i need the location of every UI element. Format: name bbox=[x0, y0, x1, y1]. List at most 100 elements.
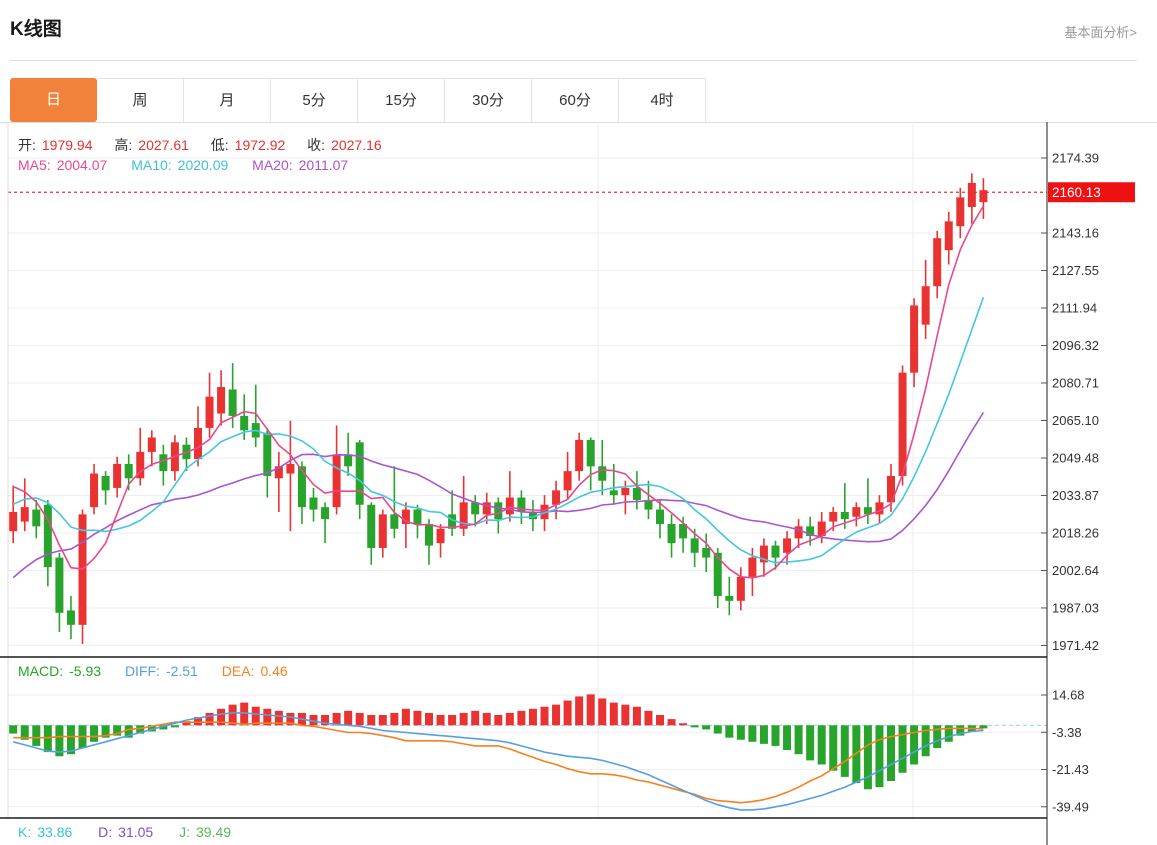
candle bbox=[667, 523, 676, 544]
candle bbox=[725, 596, 734, 601]
macd-bar bbox=[979, 725, 988, 729]
candle bbox=[829, 511, 838, 522]
candle bbox=[771, 545, 780, 558]
candle bbox=[332, 454, 341, 508]
candle bbox=[20, 507, 29, 522]
candle bbox=[286, 463, 295, 474]
candle bbox=[344, 454, 353, 467]
candle bbox=[967, 182, 976, 207]
candle bbox=[494, 502, 503, 520]
candle bbox=[194, 427, 202, 460]
chart-canvas[interactable]: 2160.13 2174.39 2143.16 2127.55 2111.94 2096.… bbox=[0, 0, 1157, 845]
ohlc-readout: 开: 1979.94 高: 2027.61 低: 1972.92 收: 2027.16 bbox=[18, 135, 388, 155]
candle bbox=[794, 526, 803, 539]
candle bbox=[367, 504, 376, 548]
candle bbox=[101, 475, 110, 491]
candle bbox=[217, 387, 226, 414]
macd-bar bbox=[783, 725, 792, 751]
diff-line bbox=[12, 712, 984, 811]
macd-bar bbox=[736, 725, 745, 740]
macd-axis-label: -3.38 bbox=[1052, 725, 1082, 740]
price-axis-label: 2127.55 bbox=[1052, 263, 1099, 278]
ma-readout: MA5: 2004.07 MA10: 2020.09 MA20: 2011.07 bbox=[18, 157, 354, 173]
price-axis-label: 2080.71 bbox=[1052, 375, 1099, 390]
kdj-d-value: 31.05 bbox=[118, 824, 154, 840]
macd-bar bbox=[344, 710, 353, 726]
macd-bar bbox=[840, 725, 849, 777]
close-label: 收: bbox=[307, 137, 326, 153]
macd-bar bbox=[390, 712, 399, 726]
ma10-value: 2020.09 bbox=[177, 157, 229, 173]
candle bbox=[586, 439, 595, 467]
macd-bar bbox=[609, 702, 618, 726]
candle bbox=[783, 538, 792, 553]
kdj-j-label: J: bbox=[179, 824, 190, 840]
open-value: 1979.94 bbox=[41, 137, 93, 153]
candle bbox=[632, 487, 641, 500]
candle bbox=[840, 511, 849, 520]
macd-bar bbox=[401, 708, 410, 726]
candle bbox=[505, 497, 514, 515]
candle bbox=[656, 509, 664, 524]
macd-axis-label: -21.43 bbox=[1052, 762, 1089, 777]
macd-bar bbox=[425, 712, 433, 726]
candle bbox=[921, 286, 930, 325]
macd-bar bbox=[413, 710, 422, 726]
price-axis-label: 2111.94 bbox=[1052, 300, 1097, 315]
macd-bar bbox=[817, 725, 826, 765]
macd-bar bbox=[887, 725, 895, 782]
candle bbox=[563, 471, 572, 491]
macd-bar bbox=[540, 706, 549, 726]
macd-bar bbox=[806, 725, 815, 761]
candle bbox=[933, 238, 942, 287]
macd-bar bbox=[898, 725, 907, 773]
low-value: 1972.92 bbox=[234, 137, 286, 153]
kdj-d-label: D: bbox=[98, 824, 113, 840]
close-value: 2027.16 bbox=[331, 137, 382, 153]
diff-label: DIFF: bbox=[124, 663, 160, 679]
price-axis-label: 2018.26 bbox=[1052, 525, 1099, 540]
macd-bar bbox=[586, 694, 595, 726]
candle bbox=[702, 547, 711, 558]
macd-bar bbox=[656, 714, 664, 726]
macd-bar bbox=[552, 704, 561, 726]
candle bbox=[147, 437, 156, 452]
macd-bar bbox=[43, 725, 52, 753]
high-value: 2027.61 bbox=[138, 137, 189, 153]
macd-bar bbox=[528, 708, 537, 726]
kdj-k-value: 33.86 bbox=[37, 824, 73, 840]
macd-bar bbox=[32, 725, 41, 746]
kdj-readout: K: 33.86 D: 31.05 J: 39.49 bbox=[18, 824, 237, 840]
macd-readout: MACD: -5.93 DIFF: -2.51 DEA: 0.46 bbox=[18, 663, 294, 679]
macd-bar bbox=[690, 725, 699, 728]
candle bbox=[598, 466, 607, 481]
macd-bar bbox=[575, 696, 584, 726]
candle bbox=[471, 502, 480, 515]
macd-bar bbox=[378, 714, 387, 726]
macd-bar bbox=[367, 714, 376, 726]
macd-bar bbox=[863, 725, 872, 790]
macd-bar bbox=[482, 712, 491, 726]
candle bbox=[944, 221, 953, 251]
candle bbox=[240, 415, 249, 431]
price-axis-label: 2002.64 bbox=[1052, 563, 1099, 578]
candle bbox=[898, 372, 907, 476]
low-label: 低: bbox=[210, 137, 229, 153]
candle bbox=[309, 497, 318, 510]
price-axis-label: 2096.32 bbox=[1052, 338, 1099, 353]
price-axis-label: 2049.48 bbox=[1052, 450, 1099, 465]
macd-bar bbox=[9, 725, 18, 734]
macd-bar bbox=[679, 723, 688, 726]
candle bbox=[413, 509, 422, 524]
price-axis-label: 2033.87 bbox=[1052, 488, 1099, 503]
kline-app: K线图 基本面分析> 日周月 5分 15分 30分 60分 4时 2160.13 2174.… bbox=[0, 0, 1157, 845]
macd-bar bbox=[702, 725, 711, 730]
candle bbox=[205, 396, 214, 428]
dea-value: 0.46 bbox=[260, 663, 288, 679]
macd-bar bbox=[598, 698, 607, 726]
open-label: 开: bbox=[18, 137, 36, 153]
candle bbox=[228, 389, 237, 416]
candle bbox=[55, 557, 64, 613]
candle bbox=[378, 514, 387, 548]
high-label: 高: bbox=[114, 137, 133, 153]
